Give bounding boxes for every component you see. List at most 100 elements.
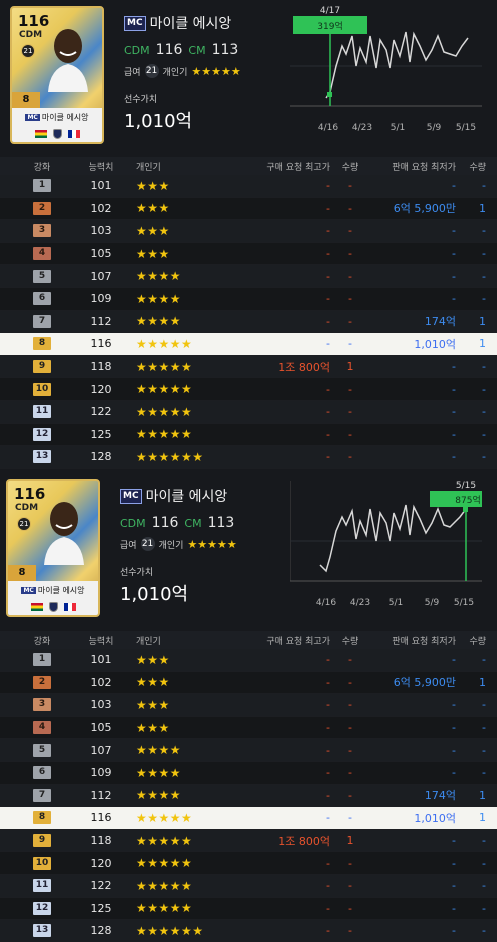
ovr-cell: 112 <box>90 314 112 328</box>
ovr-cell: 103 <box>90 224 112 238</box>
sell-price-cell: - <box>452 834 456 848</box>
table-row[interactable]: 13 128 ★★★★★★ - - - - <box>0 446 497 469</box>
sell-price-cell: - <box>452 427 456 441</box>
enhance-price-table: 강화 능력치 개인기 구매 요청 최고가 수량 판매 요청 최저가 수량 1 10… <box>0 157 497 469</box>
table-row[interactable]: 4 105 ★★★ - - - - <box>0 716 497 740</box>
table-row[interactable]: 6 109 ★★★★ - - - - <box>0 287 497 311</box>
sell-price-cell: - <box>452 405 456 419</box>
sell-qty-cell: 1 <box>479 314 486 328</box>
sell-price-cell: 1,010억 <box>414 811 456 825</box>
buy-price-cell: - <box>326 337 330 351</box>
stars-cell: ★★★ <box>136 178 170 193</box>
ovr-cell: 109 <box>90 766 112 780</box>
sell-qty-cell: - <box>482 856 486 870</box>
ghana-flag-icon <box>34 130 47 138</box>
ovr-cell: 120 <box>90 382 112 396</box>
sell-price-cell: - <box>452 698 456 712</box>
stars-cell: ★★★★★ <box>136 427 193 442</box>
table-row[interactable]: 7 112 ★★★★ - - 174억 1 <box>0 310 497 334</box>
sell-qty-cell: - <box>482 269 486 283</box>
table-row[interactable]: 5 107 ★★★★ - - - - <box>0 265 497 288</box>
marker-point <box>463 507 468 512</box>
buy-price-cell: - <box>326 675 330 689</box>
table-row[interactable]: 9 118 ★★★★★ 1조 800억 1 - - <box>0 829 497 853</box>
header-sell-qty: 수량 <box>469 162 486 173</box>
stars-cell: ★★★★★ <box>136 810 193 825</box>
sell-price-cell: - <box>452 269 456 283</box>
player-card[interactable]: 116 CDM 21 8 MC 마이클 에시앙 <box>10 6 104 144</box>
value-label: 선수가치 <box>124 95 158 105</box>
buy-qty-cell: - <box>348 653 352 667</box>
table-row[interactable]: 13 128 ★★★★★★ - - - - <box>0 920 497 942</box>
grade-badge: 4 <box>33 247 51 261</box>
header-sell-price: 판매 요청 최저가 <box>392 162 456 173</box>
buy-qty-cell: - <box>348 766 352 780</box>
table-row[interactable]: 3 103 ★★★ - - - - <box>0 220 497 243</box>
stars-cell: ★★★ <box>136 201 170 216</box>
table-row[interactable]: 11 122 ★★★★★ - - - - <box>0 874 497 898</box>
ovr-cell: 105 <box>90 247 112 261</box>
player-card[interactable]: 116 CDM 21 8 MC 마이클 에시앙 <box>6 479 100 617</box>
header-grade: 강화 <box>33 636 51 647</box>
buy-price-cell: - <box>326 743 330 757</box>
table-row[interactable]: 6 109 ★★★★ - - - - <box>0 761 497 785</box>
price-chart[interactable]: 875억 5/15 4/16 4/23 5/1 5/9 5/15 <box>290 481 482 609</box>
table-row[interactable]: 5 107 ★★★★ - - - - <box>0 739 497 762</box>
header-sell-price: 판매 요청 최저가 <box>392 636 456 647</box>
ovr-cell: 116 <box>90 811 112 825</box>
table-row[interactable]: 11 122 ★★★★★ - - - - <box>0 400 497 424</box>
ovr-cell: 125 <box>90 427 112 441</box>
stars-cell: ★★★★★ <box>136 878 193 893</box>
buy-price-cell: - <box>326 292 330 306</box>
table-row[interactable]: 3 103 ★★★ - - - - <box>0 694 497 717</box>
table-row[interactable]: 10 120 ★★★★★ - - - - <box>0 378 497 401</box>
sell-qty-cell: - <box>482 924 486 938</box>
table-row[interactable]: 7 112 ★★★★ - - 174억 1 <box>0 784 497 808</box>
sell-qty-cell: - <box>482 360 486 374</box>
buy-qty-cell: - <box>348 337 352 351</box>
grade-badge: 1 <box>33 653 51 667</box>
sell-price-cell: - <box>452 179 456 193</box>
table-row[interactable]: 1 101 ★★★ - - - - <box>0 175 497 198</box>
ovr-cell: 112 <box>90 788 112 802</box>
ovr-cell: 120 <box>90 856 112 870</box>
stars-cell: ★★★★★★ <box>136 449 204 464</box>
table-row[interactable]: 12 125 ★★★★★ - - - - <box>0 897 497 921</box>
table-row[interactable]: 9 118 ★★★★★ 1조 800억 1 - - <box>0 355 497 379</box>
player-portrait <box>48 29 88 92</box>
buy-qty-cell: - <box>348 201 352 215</box>
price-chart[interactable]: 319억 4/17 4/16 4/23 5/1 5/9 5/15 <box>290 6 482 134</box>
buy-price-cell: - <box>326 856 330 870</box>
header-ovr: 능력치 <box>88 636 114 647</box>
stars-cell: ★★★★ <box>136 765 182 780</box>
sell-qty-cell: - <box>482 901 486 915</box>
table-row[interactable]: 2 102 ★★★ - - 6억 5,900만 1 <box>0 671 497 695</box>
table-row[interactable]: 8 116 ★★★★★ - - 1,010억 1 <box>0 807 497 830</box>
table-body: 1 101 ★★★ - - - -2 102 ★★★ - -6억 5,900만 1 3 103 ★★★ - - -… <box>0 175 497 469</box>
sell-qty-cell: 1 <box>479 788 486 802</box>
mc-tag: MC <box>25 113 40 121</box>
table-row[interactable]: 12 125 ★★★★★ - - - - <box>0 423 497 447</box>
sell-qty-cell: - <box>482 834 486 848</box>
position2-value: 113 <box>211 42 239 58</box>
buy-price-cell: - <box>326 879 330 893</box>
table-row[interactable]: 1 101 ★★★ - - - - <box>0 649 497 672</box>
buy-qty-cell: - <box>348 924 352 938</box>
stars-cell: ★★★★★ <box>136 856 193 871</box>
sell-qty-cell: - <box>482 427 486 441</box>
table-row[interactable]: 4 105 ★★★ - - - - <box>0 242 497 266</box>
sell-qty-cell: - <box>482 698 486 712</box>
stars-cell: ★★★★ <box>136 314 182 329</box>
ovr-cell: 128 <box>90 450 112 464</box>
grade-cell: 7 <box>0 314 84 328</box>
table-row[interactable]: 2 102 ★★★ - - 6억 5,900만 1 <box>0 197 497 221</box>
sell-price-cell: 6억 5,900만 <box>393 676 456 690</box>
card-flags <box>12 126 102 142</box>
grade-cell: 8 <box>0 337 84 351</box>
grade-cell: 6 <box>0 766 84 780</box>
stars-cell: ★★★ <box>136 697 170 712</box>
table-row[interactable]: 10 120 ★★★★★ - - - - <box>0 852 497 875</box>
table-row[interactable]: 8 116 ★★★★★ - - 1,010억 1 <box>0 333 497 356</box>
salary-row: 급여 21 개인기 ★★★★★ <box>124 64 241 78</box>
card-nameplate: MC 마이클 에시앙 <box>8 581 98 599</box>
